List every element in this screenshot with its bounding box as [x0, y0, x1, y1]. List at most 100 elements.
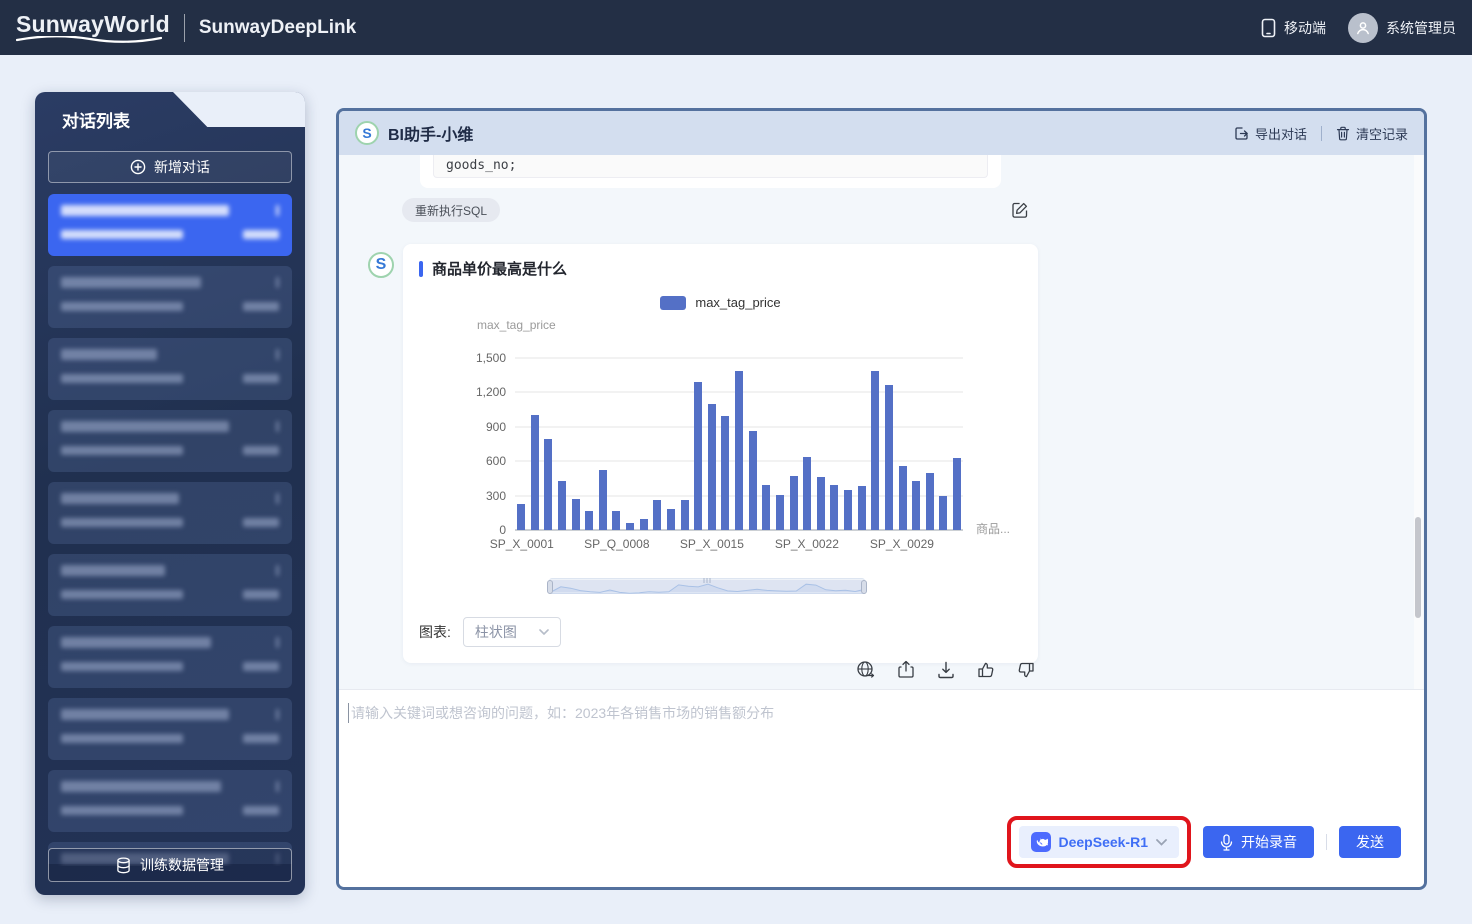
- conversation-item[interactable]: [48, 410, 292, 472]
- send-button[interactable]: 发送: [1339, 826, 1401, 858]
- clear-records-label: 清空记录: [1356, 124, 1408, 143]
- send-label: 发送: [1356, 832, 1384, 852]
- globe-translate-icon: [856, 660, 875, 679]
- assistant-logo-letter: S: [362, 125, 371, 141]
- conversation-item[interactable]: [48, 482, 292, 544]
- bar[interactable]: [585, 511, 593, 530]
- x-tick-label: SP_X_0001: [490, 537, 554, 551]
- datazoom-slider[interactable]: [549, 578, 865, 594]
- thumbs-down-button[interactable]: [1017, 661, 1035, 679]
- conversation-item[interactable]: [48, 338, 292, 400]
- bar[interactable]: [803, 457, 811, 530]
- bar[interactable]: [708, 404, 716, 530]
- model-select[interactable]: DeepSeek-R1: [1019, 826, 1180, 858]
- bar[interactable]: [612, 511, 620, 530]
- assistant-name: BI助手-小维: [388, 121, 473, 145]
- y-axis-name: max_tag_price: [477, 318, 1022, 332]
- bar[interactable]: [953, 458, 961, 530]
- rerun-sql-button[interactable]: 重新执行SQL: [402, 198, 500, 222]
- bar[interactable]: [667, 509, 675, 530]
- new-conversation-button[interactable]: 新增对话: [48, 151, 292, 183]
- chat-header: S BI助手-小维 导出对话 清空记录: [339, 111, 1424, 155]
- bar[interactable]: [926, 473, 934, 530]
- bar[interactable]: [844, 490, 852, 530]
- bar[interactable]: [735, 371, 743, 530]
- datazoom-grip[interactable]: [704, 578, 711, 583]
- bar[interactable]: [885, 385, 893, 530]
- model-caret-icon: [1156, 839, 1167, 846]
- bar[interactable]: [599, 470, 607, 530]
- x-tick-label: SP_X_0022: [775, 537, 839, 551]
- bar[interactable]: [694, 382, 702, 530]
- bar[interactable]: [871, 371, 879, 530]
- bar[interactable]: [531, 415, 539, 530]
- bar[interactable]: [776, 495, 784, 530]
- message-actions: [368, 660, 1035, 679]
- chart-legend[interactable]: max_tag_price: [419, 295, 1022, 310]
- bar[interactable]: [517, 504, 525, 530]
- controls-divider: [1326, 834, 1327, 850]
- conversation-item[interactable]: [48, 770, 292, 832]
- account-menu[interactable]: 系统管理员: [1348, 13, 1456, 43]
- bar[interactable]: [544, 439, 552, 530]
- training-data-label: 训练数据管理: [140, 855, 224, 875]
- bar[interactable]: [640, 519, 648, 530]
- chevron-down-icon: [539, 629, 549, 635]
- bar[interactable]: [721, 416, 729, 530]
- training-data-button[interactable]: 训练数据管理: [48, 848, 292, 882]
- scrollbar-thumb[interactable]: [1415, 517, 1421, 618]
- bar[interactable]: [653, 500, 661, 530]
- conversation-item[interactable]: [48, 698, 292, 760]
- datazoom-handle-left[interactable]: [547, 580, 553, 594]
- bar[interactable]: [681, 500, 689, 530]
- translate-button[interactable]: [856, 660, 875, 679]
- logo: SunwayWorld SunwayDeepLink: [16, 11, 356, 44]
- composer: 请输入关键词或想咨询的问题，如：2023年各销售市场的销售额分布 DeepSee…: [339, 689, 1424, 887]
- bar[interactable]: [749, 431, 757, 530]
- start-recording-button[interactable]: 开始录音: [1203, 826, 1314, 858]
- y-tick-label: 1,200: [476, 385, 506, 399]
- chat-scroll-area[interactable]: goods_no; 重新执行SQL S 商品单价最高是什么 max_t: [339, 155, 1424, 689]
- datazoom-handle-right[interactable]: [861, 580, 867, 594]
- bar[interactable]: [899, 466, 907, 530]
- conversation-item[interactable]: [48, 194, 292, 256]
- bar[interactable]: [830, 485, 838, 530]
- download-button[interactable]: [937, 661, 955, 679]
- sql-code-line: goods_no;: [433, 155, 988, 178]
- conversation-item[interactable]: [48, 266, 292, 328]
- conversation-item[interactable]: [48, 626, 292, 688]
- clear-records-button[interactable]: 清空记录: [1336, 124, 1408, 143]
- bar[interactable]: [858, 486, 866, 530]
- bar[interactable]: [790, 476, 798, 530]
- sidebar: 对话列表 新增对话 训练数据管理: [35, 92, 305, 895]
- export-conversation-button[interactable]: 导出对话: [1234, 124, 1307, 143]
- legend-label: max_tag_price: [695, 295, 780, 310]
- x-tick-label: SP_X_0029: [870, 537, 934, 551]
- edit-sql-button[interactable]: [1011, 201, 1029, 219]
- conversation-item[interactable]: [48, 554, 292, 616]
- bar[interactable]: [762, 485, 770, 530]
- assistant-avatar: S: [368, 252, 394, 278]
- new-conversation-label: 新增对话: [154, 157, 210, 177]
- bar[interactable]: [626, 523, 634, 530]
- scrollbar-track[interactable]: [1414, 155, 1423, 689]
- chart-type-select[interactable]: 柱状图: [463, 617, 561, 647]
- bar[interactable]: [939, 496, 947, 530]
- message-input[interactable]: 请输入关键词或想咨询的问题，如：2023年各销售市场的销售额分布: [348, 703, 774, 723]
- bar-series: [515, 358, 963, 530]
- thumbs-up-button[interactable]: [977, 661, 995, 679]
- assistant-avatar-letter: S: [376, 256, 387, 274]
- mobile-link[interactable]: 移动端: [1261, 18, 1326, 38]
- bar[interactable]: [817, 477, 825, 530]
- plus-circle-icon: [130, 159, 146, 175]
- logo-primary-text: SunwayWorld: [16, 11, 170, 37]
- model-select-highlight-ring: DeepSeek-R1: [1007, 816, 1192, 868]
- logo-sunwayworld: SunwayWorld: [16, 11, 170, 44]
- bar[interactable]: [558, 481, 566, 530]
- y-tick-label: 900: [486, 420, 506, 434]
- bar[interactable]: [572, 499, 580, 530]
- share-button[interactable]: [897, 660, 915, 679]
- bar[interactable]: [912, 481, 920, 530]
- y-tick-label: 0: [499, 523, 506, 537]
- conversation-list-title: 对话列表: [35, 92, 305, 132]
